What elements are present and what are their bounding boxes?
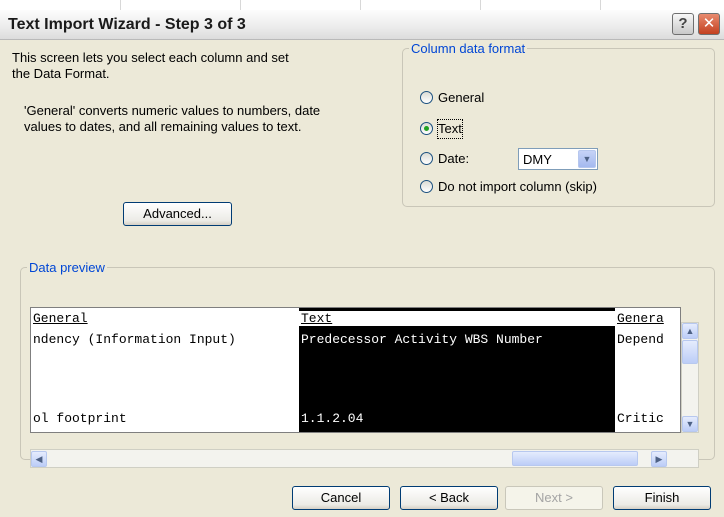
scroll-left-icon[interactable]: ◀	[31, 451, 47, 467]
radio-text[interactable]: Text	[420, 119, 570, 139]
preview-cell: Predecessor Activity WBS Number	[301, 332, 543, 347]
date-format-value: DMY	[523, 152, 552, 167]
preview-cell: 1.1.2.04	[301, 411, 364, 426]
chevron-down-icon[interactable]: ▼	[578, 150, 596, 168]
radio-skip-circle[interactable]	[420, 180, 433, 193]
back-button-label: < Back	[428, 490, 470, 505]
radio-text-circle[interactable]	[420, 122, 433, 135]
radio-date-label: Date:	[438, 151, 470, 166]
radio-date-circle[interactable]	[420, 152, 433, 165]
scroll-down-icon[interactable]: ▼	[682, 416, 698, 432]
radio-general-circle[interactable]	[420, 91, 433, 104]
general-description-line2: values to dates, and all remaining value…	[24, 119, 302, 134]
cancel-button-label: Cancel	[320, 490, 362, 505]
radio-skip[interactable]: Do not import column (skip)	[420, 178, 670, 196]
vertical-scrollbar[interactable]: ▲ ▼	[681, 322, 699, 433]
finish-button-label: Finish	[644, 490, 680, 505]
advanced-button[interactable]: Advanced...	[123, 202, 232, 226]
radio-date[interactable]: Date: DMY ▼	[420, 148, 700, 170]
date-format-select[interactable]: DMY ▼	[518, 148, 598, 170]
radio-general-label: General	[438, 90, 485, 105]
scroll-right-icon[interactable]: ▶	[651, 451, 667, 467]
radio-general[interactable]: General	[420, 89, 570, 107]
next-button-label: Next >	[535, 490, 573, 505]
preview-cell: ol footprint	[33, 411, 127, 426]
title-bar[interactable]: Text Import Wizard - Step 3 of 3 ? ✕	[0, 10, 724, 40]
text-import-wizard-dialog: Text Import Wizard - Step 3 of 3 ? ✕ Thi…	[0, 10, 724, 517]
advanced-button-label: Advanced...	[143, 206, 212, 221]
preview-column-text[interactable]: Text Predecessor Activity WBS Number 1.1…	[299, 308, 615, 432]
preview-column-general-2[interactable]: Genera Depend Critic	[615, 308, 680, 432]
column-data-format-legend: Column data format	[411, 41, 526, 56]
column-header: Text	[299, 311, 615, 326]
background-spreadsheet-strip	[0, 0, 724, 10]
column-header: General	[33, 311, 88, 326]
data-preview-legend: Data preview	[29, 260, 105, 275]
cancel-button[interactable]: Cancel	[292, 486, 390, 510]
data-preview-grid[interactable]: General ndency (Information Input) ol fo…	[30, 307, 681, 433]
horizontal-scrollbar[interactable]: ◀ ▶	[30, 449, 699, 468]
intro-text-line1: This screen lets you select each column …	[12, 50, 289, 65]
intro-text-line2: the Data Format.	[12, 66, 110, 81]
preview-cell: ndency (Information Input)	[33, 332, 236, 347]
radio-skip-label: Do not import column (skip)	[438, 179, 597, 194]
preview-column-general[interactable]: General ndency (Information Input) ol fo…	[31, 308, 299, 432]
finish-button[interactable]: Finish	[613, 486, 711, 510]
radio-text-label: Text	[437, 119, 463, 139]
vertical-scroll-thumb[interactable]	[682, 340, 698, 364]
general-description-line1: 'General' converts numeric values to num…	[24, 103, 321, 118]
preview-cell: Depend	[617, 332, 664, 347]
column-header: Genera	[617, 311, 664, 326]
back-button[interactable]: < Back	[400, 486, 498, 510]
scroll-up-icon[interactable]: ▲	[682, 323, 698, 339]
preview-cell: Critic	[617, 411, 664, 426]
dialog-title: Text Import Wizard - Step 3 of 3	[8, 16, 246, 33]
question-mark-icon[interactable]: ?	[672, 13, 694, 35]
close-icon[interactable]: ✕	[698, 13, 720, 35]
horizontal-scroll-thumb[interactable]	[512, 451, 638, 466]
next-button: Next >	[505, 486, 603, 510]
